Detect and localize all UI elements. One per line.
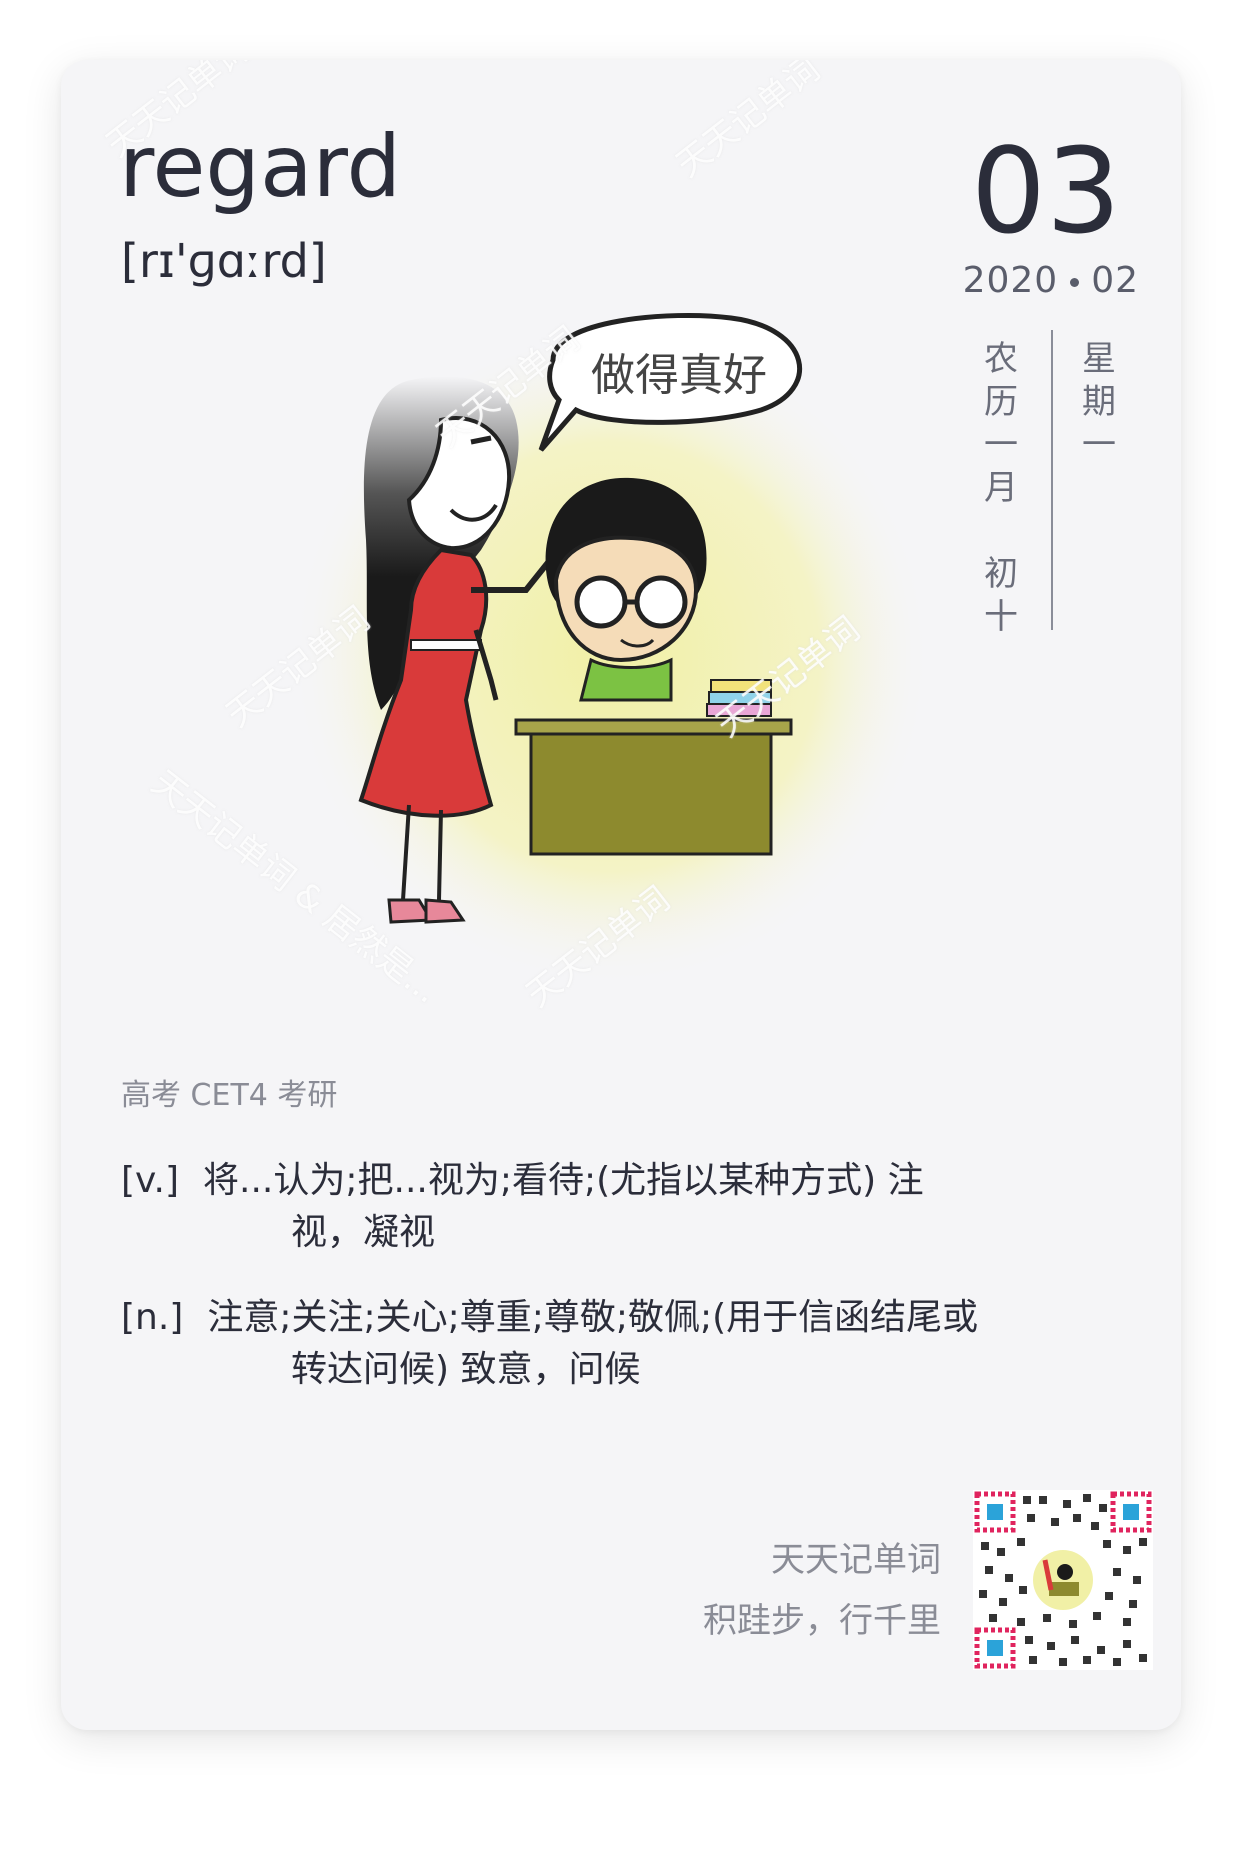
- word-card: regard [rɪ'ɡɑːrd] 03 2020 02 农 历 一 月 初 十 …: [61, 60, 1181, 1730]
- desk: [514, 718, 793, 856]
- definition-noun: [n.] 注意;关注;关心;尊重;尊敬;敬佩;(用于信函结尾或 转达问候) 致意，…: [121, 1292, 1121, 1396]
- qr-logo-icon: [1033, 1550, 1093, 1610]
- brand-name: 天天记单词: [771, 1540, 941, 1580]
- definition-text-continued: 转达问候) 致意，问候: [291, 1349, 641, 1390]
- watermark: 天天记单词: [668, 60, 828, 186]
- part-of-speech: [n.]: [121, 1297, 184, 1338]
- books: [706, 679, 772, 717]
- date-year-month: 2020 02: [963, 260, 1139, 301]
- exam-tags: 高考 CET4 考研: [121, 1078, 338, 1113]
- definition-text: 注意;关注;关心;尊重;尊敬;敬佩;(用于信函结尾或: [207, 1297, 979, 1338]
- definition-text: 将...认为;把...视为;看待;(尤指以某种方式) 注: [203, 1160, 924, 1201]
- weekday-char: 期: [1082, 382, 1116, 422]
- date-month: 02: [1091, 260, 1139, 301]
- speech-text: 做得真好: [591, 350, 767, 401]
- word-title: regard: [119, 117, 402, 217]
- separator-dot: [1070, 277, 1080, 287]
- definition-text-continued: 视，凝视: [291, 1212, 436, 1253]
- brand-slogan: 积跬步，行千里: [703, 1601, 941, 1641]
- part-of-speech: [v.]: [121, 1160, 180, 1201]
- date-day: 03: [970, 122, 1121, 260]
- phonetic: [rɪ'ɡɑːrd]: [121, 234, 327, 288]
- weekday-char: 星: [1082, 339, 1116, 379]
- lunar-date: 农 历 一 月 初 十: [979, 338, 1023, 639]
- lunar-char: 十: [984, 597, 1018, 637]
- qr-code[interactable]: [973, 1490, 1153, 1670]
- lunar-char: 农: [984, 339, 1018, 379]
- weekday-char: 一: [1082, 425, 1116, 465]
- lunar-char: 一: [984, 425, 1018, 465]
- lunar-spacer: [979, 510, 1023, 553]
- lunar-char: 历: [984, 382, 1018, 422]
- lunar-char: 初: [984, 554, 1018, 594]
- lunar-divider: [1051, 330, 1053, 630]
- date-year: 2020: [962, 260, 1059, 301]
- definition-verb: [v.] 将...认为;把...视为;看待;(尤指以某种方式) 注 视，凝视: [121, 1155, 1121, 1259]
- lunar-char: 月: [984, 468, 1018, 508]
- illustration: 做得真好: [291, 312, 931, 1000]
- weekday: 星 期 一: [1077, 338, 1121, 467]
